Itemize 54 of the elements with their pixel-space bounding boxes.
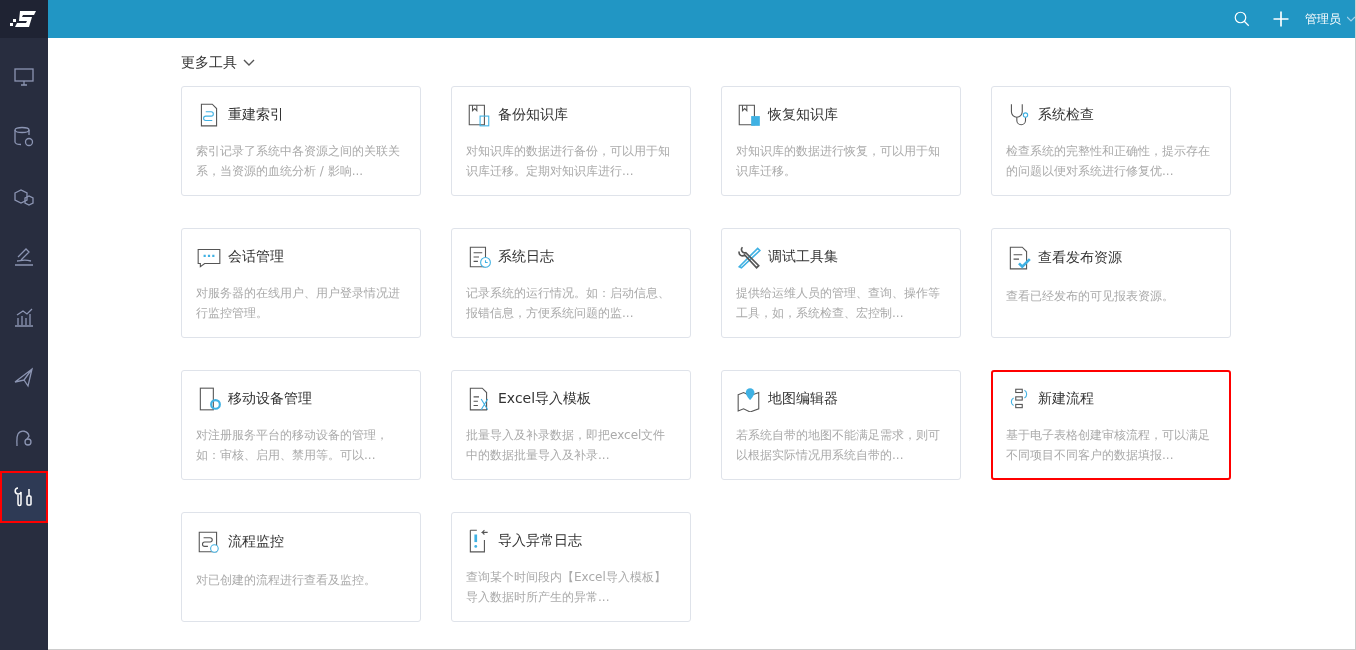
card-description: 查看已经发布的可见报表资源。	[1006, 288, 1175, 305]
card-description: 基于电子表格创建审核流程，可以满足不同项目不同客户的数据填报...	[1006, 427, 1211, 464]
document-icon	[196, 529, 222, 555]
tool-card[interactable]: 备份知识库 对知识库的数据进行备份，可以用于知识库迁移。定期对知识库进行...	[451, 86, 691, 196]
chevron-icon	[1347, 15, 1355, 23]
tool-card[interactable]: 系统日志 记录系统的运行情况。如：启动信息、报错信息，方便系统问题的监...	[451, 228, 691, 338]
tool-card[interactable]: 调试工具集 提供给运维人员的管理、查询、操作等工具，如，系统检查、宏控制...	[721, 228, 961, 338]
tool-card[interactable]: Excel导入模板 批量导入及补录数据，即把excel文件中的数据批量导入及补录...	[451, 370, 691, 480]
card-description: 若系统自带的地图不能满足需求，则可以根据实际情况用系统自带的...	[736, 427, 941, 464]
tool-card[interactable]: 导入异常日志 查询某个时间段内【Excel导入模板】导入数据时所产生的异常...	[451, 512, 691, 622]
plus-icon	[1271, 9, 1291, 29]
card-title: 备份知识库	[498, 105, 568, 124]
section-toggle[interactable]: 更多工具	[181, 52, 255, 74]
paper-plane-icon	[12, 365, 36, 389]
card-title: 恢复知识库	[768, 105, 838, 124]
tool-card[interactable]: 流程监控 对已创建的流程进行查看及监控。	[181, 512, 421, 622]
chevron-icon	[243, 59, 255, 67]
card-title: 移动设备管理	[228, 389, 312, 408]
card-description: 记录系统的运行情况。如：启动信息、报错信息，方便系统问题的监...	[466, 285, 671, 322]
card-title: 查看发布资源	[1038, 249, 1122, 267]
monitor-icon	[12, 65, 36, 89]
search-button[interactable]	[1233, 10, 1251, 28]
card-title: 调试工具集	[768, 247, 838, 266]
card-description: 检查系统的完整性和正确性，提示存在的问题以便对系统进行修复优...	[1006, 143, 1211, 180]
tool-card[interactable]: 重建索引 索引记录了系统中各资源之间的关联关系，当资源的血统分析 / 影响...	[181, 86, 421, 196]
card-title: 系统检查	[1038, 105, 1094, 124]
tool-card[interactable]: 新建流程 基于电子表格创建审核流程，可以满足不同项目不同客户的数据填报...	[991, 370, 1231, 480]
search-icon	[1233, 10, 1251, 28]
tool-card[interactable]: 地图编辑器 若系统自带的地图不能满足需求，则可以根据实际情况用系统自带的...	[721, 370, 961, 480]
tool-card[interactable]: 查看发布资源 查看已经发布的可见报表资源。	[991, 228, 1231, 338]
tool-card[interactable]: 恢复知识库 对知识库的数据进行恢复，可以用于知识库迁移。	[721, 86, 961, 196]
add-button[interactable]	[1271, 9, 1291, 29]
sidebar-item[interactable]	[0, 471, 48, 523]
card-description: 对知识库的数据进行恢复，可以用于知识库迁移。	[736, 143, 941, 180]
card-description: 查询某个时间段内【Excel导入模板】导入数据时所产生的异常...	[466, 569, 667, 606]
card-title: 新建流程	[1038, 389, 1094, 408]
tool-card[interactable]: 移动设备管理 对注册服务平台的移动设备的管理，如：审核、启用、禁用等。可以...	[181, 370, 421, 480]
card-title: 系统日志	[498, 247, 554, 266]
card-description: 对注册服务平台的移动设备的管理，如：审核、启用、禁用等。可以...	[196, 427, 389, 464]
card-description: 批量导入及补录数据，即把excel文件中的数据批量导入及补录...	[466, 427, 667, 464]
tool-card[interactable]: 会话管理 对服务器的在线用户、用户登录情况进行监控管理。	[181, 228, 421, 338]
card-description: 对已创建的流程进行查看及监控。	[196, 572, 377, 589]
card-title: 地图编辑器	[768, 389, 838, 408]
card-description: 对服务器的在线用户、用户登录情况进行监控管理。	[196, 285, 401, 322]
card-description: 提供给运维人员的管理、查询、操作等工具，如，系统检查、宏控制...	[736, 285, 941, 322]
card-title: 重建索引	[228, 105, 284, 124]
card-title: 导入异常日志	[498, 531, 582, 550]
card-title: 流程监控	[228, 533, 284, 551]
tool-card[interactable]: 系统检查 检查系统的完整性和正确性，提示存在的问题以便对系统进行修复优...	[991, 86, 1231, 196]
card-description: 索引记录了系统中各资源之间的关联关系，当资源的血统分析 / 影响...	[196, 143, 401, 180]
card-description: 对知识库的数据进行备份，可以用于知识库迁移。定期对知识库进行...	[466, 143, 671, 180]
card-title: 会话管理	[228, 247, 284, 266]
map-pin-icon	[736, 385, 762, 412]
card-title: Excel导入模板	[498, 389, 592, 408]
